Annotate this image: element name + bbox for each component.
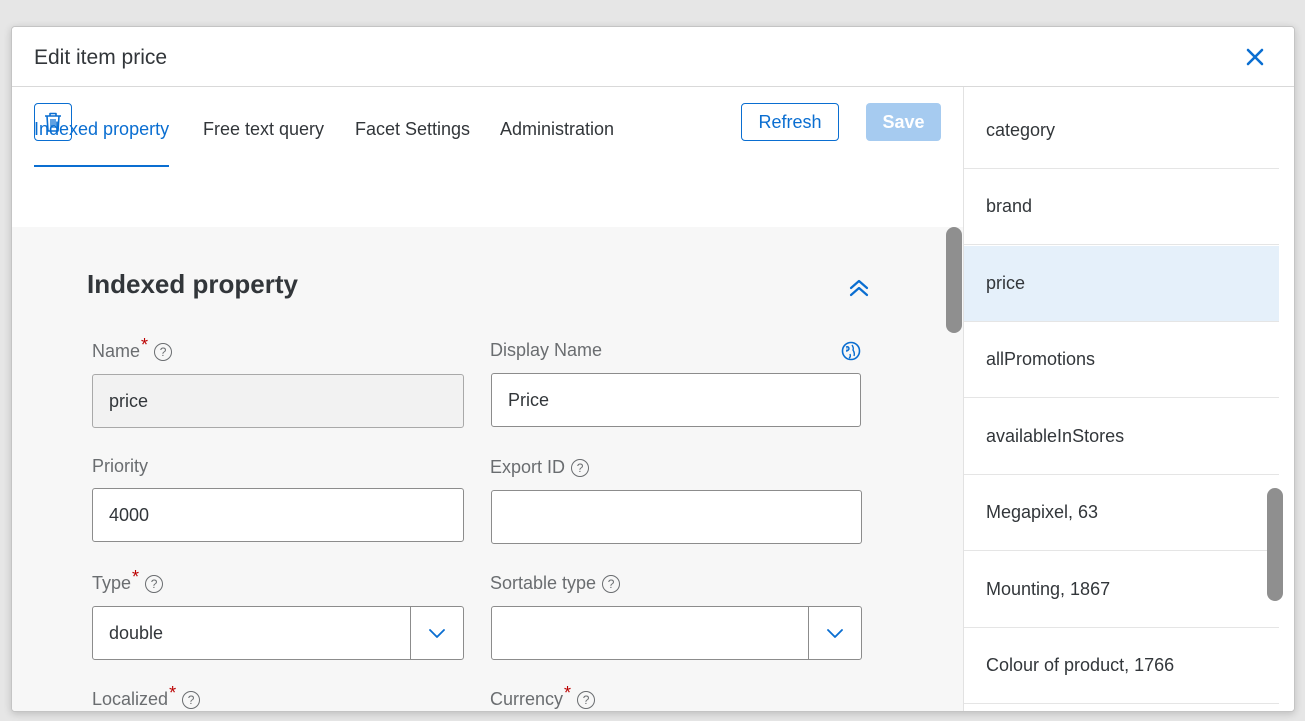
- name-field[interactable]: price: [92, 374, 464, 428]
- list-item[interactable]: Mounting, 1867: [964, 552, 1279, 628]
- tab-free-text-query[interactable]: Free text query: [203, 119, 324, 167]
- list-item[interactable]: Megapixel, 63: [964, 475, 1279, 551]
- list-item-selected[interactable]: price: [964, 246, 1279, 322]
- priority-label-text: Priority: [92, 456, 149, 476]
- section-title: Indexed property: [87, 269, 298, 299]
- chevron-down-icon: [827, 629, 843, 638]
- export-id-label-text: Export ID: [490, 457, 566, 477]
- display-name-field[interactable]: Price: [491, 373, 861, 427]
- list-item[interactable]: category: [964, 93, 1279, 169]
- left-pane: Refresh Save Indexed property Free text …: [12, 87, 963, 711]
- type-label: Type * ?: [92, 567, 164, 594]
- help-icon[interactable]: ?: [577, 690, 596, 709]
- help-icon[interactable]: ?: [571, 458, 590, 477]
- dialog-header: Edit item price: [12, 27, 1294, 87]
- currency-label: Currency * ?: [490, 683, 596, 710]
- list-scrollbar[interactable]: [1267, 488, 1283, 601]
- tab-facet-settings[interactable]: Facet Settings: [355, 119, 470, 167]
- priority-field[interactable]: 4000: [92, 488, 464, 542]
- chevron-down-icon: [429, 629, 445, 638]
- display-name-label: Display Name: [490, 340, 602, 361]
- list-item[interactable]: allPromotions: [964, 322, 1279, 398]
- dropdown-button[interactable]: [410, 607, 463, 659]
- dropdown-button[interactable]: [808, 607, 861, 659]
- display-name-label-text: Display Name: [490, 340, 603, 360]
- name-label: Name * ?: [92, 335, 173, 362]
- form-scrollbar[interactable]: [946, 227, 962, 333]
- form-area: Indexed property Name * ? price Display …: [12, 227, 963, 711]
- help-icon[interactable]: ?: [602, 574, 621, 593]
- property-list: category brand price allPromotions avail…: [963, 87, 1294, 711]
- list-item[interactable]: availableInStores: [964, 399, 1279, 475]
- tab-bar: Indexed property Free text query Facet S…: [12, 113, 963, 167]
- collapse-button[interactable]: [846, 275, 872, 301]
- sortable-type-select[interactable]: [491, 606, 862, 660]
- tab-administration[interactable]: Administration: [500, 119, 614, 167]
- dialog-title: Edit item price: [34, 46, 168, 69]
- help-icon[interactable]: ?: [154, 342, 173, 361]
- localized-label: Localized * ?: [92, 683, 201, 710]
- required-marker: *: [169, 683, 177, 703]
- required-marker: *: [141, 335, 149, 355]
- name-label-text: Name: [92, 341, 141, 361]
- priority-label: Priority: [92, 456, 148, 477]
- close-icon: [1246, 48, 1264, 66]
- close-button[interactable]: [1242, 44, 1268, 70]
- type-select-value: double: [109, 623, 164, 643]
- help-icon[interactable]: ?: [182, 690, 201, 709]
- type-label-text: Type: [92, 573, 132, 593]
- currency-label-text: Currency: [490, 689, 564, 709]
- list-item[interactable]: Colour of product, 1766: [964, 628, 1279, 704]
- localized-label-text: Localized: [92, 689, 169, 709]
- globe-icon[interactable]: [841, 341, 861, 361]
- sortable-type-label-text: Sortable type: [490, 573, 597, 593]
- edit-dialog: Edit item price Refresh Save Indexed pro…: [11, 26, 1295, 712]
- tab-indexed-property[interactable]: Indexed property: [34, 119, 170, 167]
- double-chevron-up-icon: [849, 279, 869, 297]
- list-item[interactable]: brand: [964, 169, 1279, 245]
- required-marker: *: [132, 567, 140, 587]
- type-select[interactable]: double: [92, 606, 464, 660]
- required-marker: *: [564, 683, 572, 703]
- sortable-type-label: Sortable type ?: [490, 573, 621, 594]
- help-icon[interactable]: ?: [145, 574, 164, 593]
- export-id-label: Export ID ?: [490, 457, 590, 478]
- export-id-field[interactable]: [491, 490, 862, 544]
